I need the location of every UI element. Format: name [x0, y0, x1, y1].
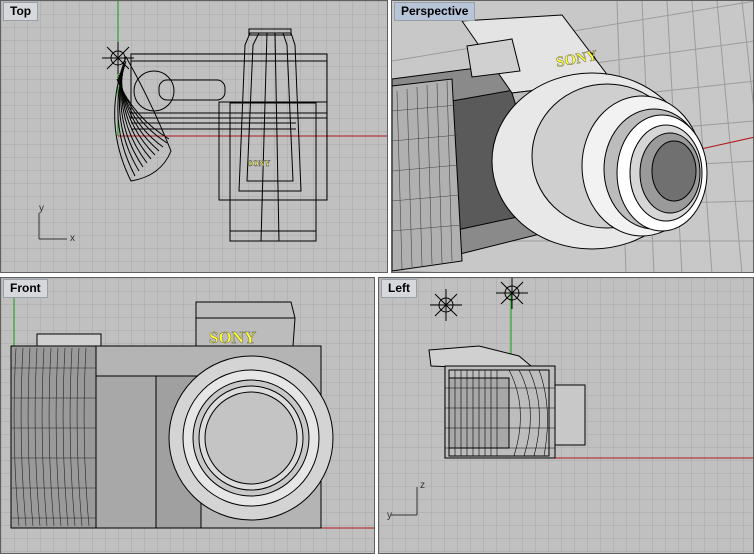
brand-text-top: SONY	[248, 159, 270, 168]
perspective-canvas[interactable]: SONY	[392, 1, 754, 273]
viewport-label-perspective[interactable]: Perspective	[394, 2, 476, 21]
axis-y-label: y	[39, 203, 44, 214]
axis-y-label: y	[387, 510, 392, 521]
axis-x-label: x	[70, 233, 75, 244]
axis-z-label: z	[420, 480, 425, 491]
viewport-label-top[interactable]: Top	[3, 2, 39, 21]
viewport-top[interactable]: SONY x y Top	[0, 0, 388, 273]
front-canvas[interactable]: SONY	[1, 278, 375, 554]
viewport-perspective[interactable]: SONY Perspective	[391, 0, 754, 273]
viewport-label-left[interactable]: Left	[381, 279, 417, 298]
viewport-label-front[interactable]: Front	[3, 279, 48, 298]
left-canvas[interactable]: z y	[379, 278, 754, 554]
viewport-left[interactable]: z y Left	[378, 277, 754, 554]
brand-text-front: SONY	[209, 328, 256, 347]
viewport-front[interactable]: SONY Front	[0, 277, 375, 554]
top-canvas[interactable]: SONY x y	[1, 1, 388, 273]
